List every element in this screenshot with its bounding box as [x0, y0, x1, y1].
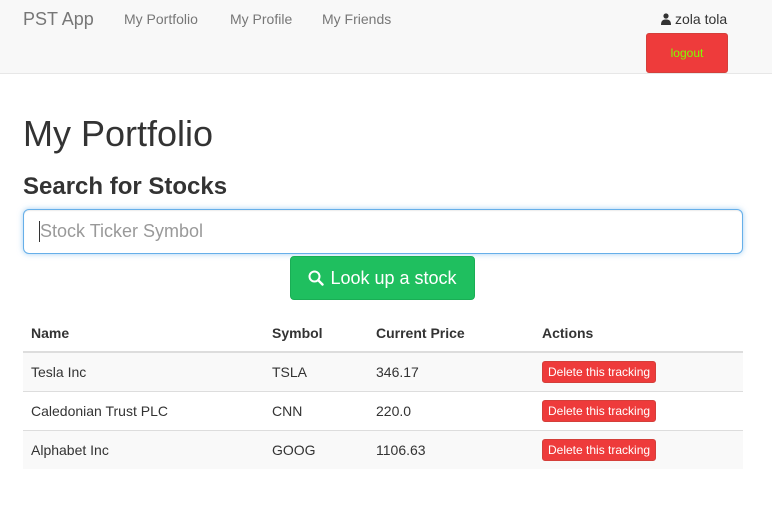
user-menu[interactable]: zola tola — [661, 11, 727, 27]
delete-tracking-button[interactable]: Delete this tracking — [542, 399, 657, 422]
navbar: PST App My Portfolio My Profile My Frien… — [0, 0, 772, 74]
nav-link-my-portfolio[interactable]: My Portfolio — [124, 11, 198, 27]
column-header-symbol: Symbol — [264, 314, 368, 353]
nav-link-my-friends[interactable]: My Friends — [322, 11, 391, 27]
table-row: Alphabet Inc GOOG 1106.63 Delete this tr… — [23, 429, 743, 469]
table-header-row: Name Symbol Current Price Actions — [23, 314, 743, 353]
stock-symbol: TSLA — [264, 351, 368, 391]
stock-name: Alphabet Inc — [23, 429, 264, 469]
stock-ticker-input[interactable] — [23, 209, 743, 254]
brand-link[interactable]: PST App — [23, 9, 94, 30]
page-title: My Portfolio — [23, 113, 214, 154]
portfolio-table: Name Symbol Current Price Actions Tesla … — [23, 314, 743, 469]
column-header-name: Name — [23, 314, 264, 353]
look-up-stock-button[interactable]: Look up a stock — [290, 256, 475, 300]
delete-tracking-button[interactable]: Delete this tracking — [542, 360, 657, 383]
table-row: Caledonian Trust PLC CNN 220.0 Delete th… — [23, 390, 743, 430]
user-icon — [661, 13, 671, 25]
column-header-actions: Actions — [534, 314, 743, 353]
stock-price: 220.0 — [368, 390, 534, 430]
user-name: zola tola — [675, 11, 728, 27]
stock-symbol: CNN — [264, 390, 368, 430]
logout-button[interactable]: logout — [646, 33, 728, 73]
stock-name: Tesla Inc — [23, 351, 264, 391]
column-header-current-price: Current Price — [368, 314, 534, 353]
text-caret — [39, 221, 40, 242]
search-icon — [308, 270, 325, 286]
nav-link-my-profile[interactable]: My Profile — [230, 11, 292, 27]
stock-price: 346.17 — [368, 351, 534, 391]
stock-symbol: GOOG — [264, 429, 368, 469]
stock-price: 1106.63 — [368, 429, 534, 469]
look-up-stock-label: Look up a stock — [330, 267, 457, 288]
stock-name: Caledonian Trust PLC — [23, 390, 264, 430]
delete-tracking-button[interactable]: Delete this tracking — [542, 438, 657, 461]
table-row: Tesla Inc TSLA 346.17 Delete this tracki… — [23, 351, 743, 391]
search-section-title: Search for Stocks — [23, 173, 228, 200]
